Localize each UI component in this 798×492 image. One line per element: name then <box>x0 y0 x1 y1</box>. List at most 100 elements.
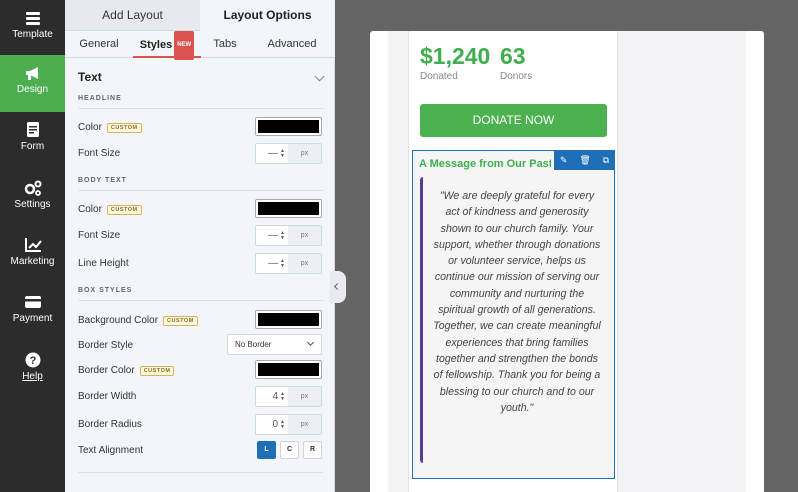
body-color-text: Color <box>78 204 102 215</box>
nav-form[interactable]: Form <box>0 112 65 169</box>
megaphone-icon <box>25 67 38 80</box>
help-icon: ? <box>25 352 40 368</box>
tab-add-layout[interactable]: Add Layout <box>65 0 200 31</box>
donors-stat: 63 Donors <box>500 43 532 82</box>
nav-marketing-label: Marketing <box>10 256 55 267</box>
spinner-icon[interactable]: ▲ ▼ <box>280 231 285 241</box>
nav-help[interactable]: ? Help <box>0 342 65 399</box>
top-tabs: Add Layout Layout Options <box>65 0 335 31</box>
donors-label: Donors <box>500 71 533 82</box>
nav-template[interactable]: Template <box>0 0 65 57</box>
nav-design[interactable]: Design <box>0 55 65 112</box>
background-color-swatch[interactable] <box>255 310 322 329</box>
trash-icon[interactable]: 🗑︎ <box>579 155 590 166</box>
custom-badge: CUSTOM <box>106 205 142 215</box>
subtab-styles-label: Styles <box>139 39 173 51</box>
custom-badge: CUSTOM <box>139 366 175 376</box>
divider <box>78 190 323 191</box>
headline-color-label: Color CUSTOM <box>78 122 142 133</box>
block-toolbar: ✎ 🗑︎ ⧉ <box>554 150 615 170</box>
line-height-label: Line Height <box>78 258 129 269</box>
align-center-button[interactable]: C <box>280 441 299 459</box>
spinner-icon[interactable]: ▲ ▼ <box>280 420 285 430</box>
border-radius-label: Border Radius <box>78 419 142 430</box>
nav-template-label: Template <box>12 29 53 40</box>
line-height-value: — <box>268 258 278 269</box>
nav-settings[interactable]: Settings <box>0 170 65 227</box>
body-font-size-value: — <box>268 230 278 241</box>
nav-help-label: Help <box>22 371 43 382</box>
preview-canvas: $1,240 Donated 63 Donors DONATE NOW A Me… <box>370 31 764 492</box>
left-nav: Template Design Form Settings Marketing … <box>0 0 65 492</box>
nav-settings-label: Settings <box>14 199 51 210</box>
preview-column: $1,240 Donated 63 Donors DONATE NOW A Me… <box>408 31 618 492</box>
line-height-input[interactable]: — ▲ ▼ px <box>255 253 322 274</box>
headline-color-text: Color <box>78 122 102 133</box>
duplicate-icon[interactable]: ⧉ <box>603 155 609 166</box>
spinner-icon[interactable]: ▲ ▼ <box>280 149 285 159</box>
border-color-swatch[interactable] <box>255 360 322 379</box>
message-block[interactable]: A Message from Our Pastor ✎ 🗑︎ ⧉ "We are… <box>412 150 615 479</box>
group-body-text: BODY TEXT <box>78 177 127 184</box>
sub-tabs: General Styles NEW Tabs Advanced <box>65 31 335 60</box>
border-color-text: Border Color <box>78 365 135 376</box>
border-style-select[interactable]: No Border <box>227 334 322 355</box>
tab-layout-options[interactable]: Layout Options <box>200 0 335 31</box>
subtab-tabs[interactable]: Tabs <box>201 31 249 58</box>
swatch-fill <box>258 363 319 376</box>
nav-marketing[interactable]: Marketing <box>0 227 65 284</box>
quote-box: "We are deeply grateful for every act of… <box>420 177 607 463</box>
subtab-advanced[interactable]: Advanced <box>249 31 335 58</box>
swatch-fill <box>258 120 319 133</box>
align-left-button[interactable]: L <box>257 441 276 459</box>
unit-label: px <box>288 144 321 163</box>
spinner-icon[interactable]: ▲ ▼ <box>280 259 285 269</box>
group-headline: HEADLINE <box>78 95 122 102</box>
spinner-icon[interactable]: ▲ ▼ <box>280 392 285 402</box>
divider <box>78 300 323 301</box>
border-style-label: Border Style <box>78 340 134 351</box>
collapse-panel-handle[interactable] <box>330 271 346 303</box>
unit-label: px <box>288 226 321 245</box>
body-color-label: Color CUSTOM <box>78 204 142 215</box>
body-font-size-input[interactable]: — ▲ ▼ px <box>255 225 322 246</box>
background-color-text: Background Color <box>78 315 159 326</box>
gears-icon <box>24 180 41 196</box>
border-radius-input[interactable]: 0 ▲ ▼ px <box>255 414 322 435</box>
edit-icon[interactable]: ✎ <box>560 155 568 166</box>
border-width-value: 4 <box>272 391 278 402</box>
custom-badge: CUSTOM <box>106 123 142 133</box>
headline-font-size-input[interactable]: — ▲ ▼ px <box>255 143 322 164</box>
nav-payment[interactable]: Payment <box>0 284 65 341</box>
divider <box>78 108 323 109</box>
donated-amount: $1,240 <box>420 43 491 69</box>
border-width-input[interactable]: 4 ▲ ▼ px <box>255 386 322 407</box>
chevron-down-icon <box>306 338 315 347</box>
text-alignment-label: Text Alignment <box>78 445 144 456</box>
border-color-label: Border Color CUSTOM <box>78 365 175 376</box>
unit-label: px <box>288 387 321 406</box>
template-icon <box>25 12 40 25</box>
subtab-general[interactable]: General <box>65 31 133 58</box>
donate-now-button[interactable]: DONATE NOW <box>420 104 607 137</box>
chevron-down-icon <box>314 71 325 82</box>
chart-icon <box>24 238 42 252</box>
text-section-header[interactable]: Text <box>78 70 325 84</box>
swatch-fill <box>258 202 319 215</box>
card-icon <box>24 296 41 308</box>
form-icon <box>26 122 39 137</box>
donated-stat: $1,240 Donated <box>420 43 490 82</box>
align-right-button[interactable]: R <box>303 441 322 459</box>
headline-font-size-label: Font Size <box>78 148 121 159</box>
border-style-value: No Border <box>235 340 272 349</box>
headline-color-swatch[interactable] <box>255 117 322 136</box>
new-badge: NEW <box>174 31 195 60</box>
donated-label: Donated <box>420 71 458 82</box>
custom-badge: CUSTOM <box>163 316 198 326</box>
border-width-label: Border Width <box>78 391 137 402</box>
divider <box>78 472 323 473</box>
preview-page: $1,240 Donated 63 Donors DONATE NOW A Me… <box>388 31 746 492</box>
unit-label: px <box>288 254 321 273</box>
body-color-swatch[interactable] <box>255 199 322 218</box>
subtab-styles[interactable]: Styles NEW <box>133 31 201 60</box>
